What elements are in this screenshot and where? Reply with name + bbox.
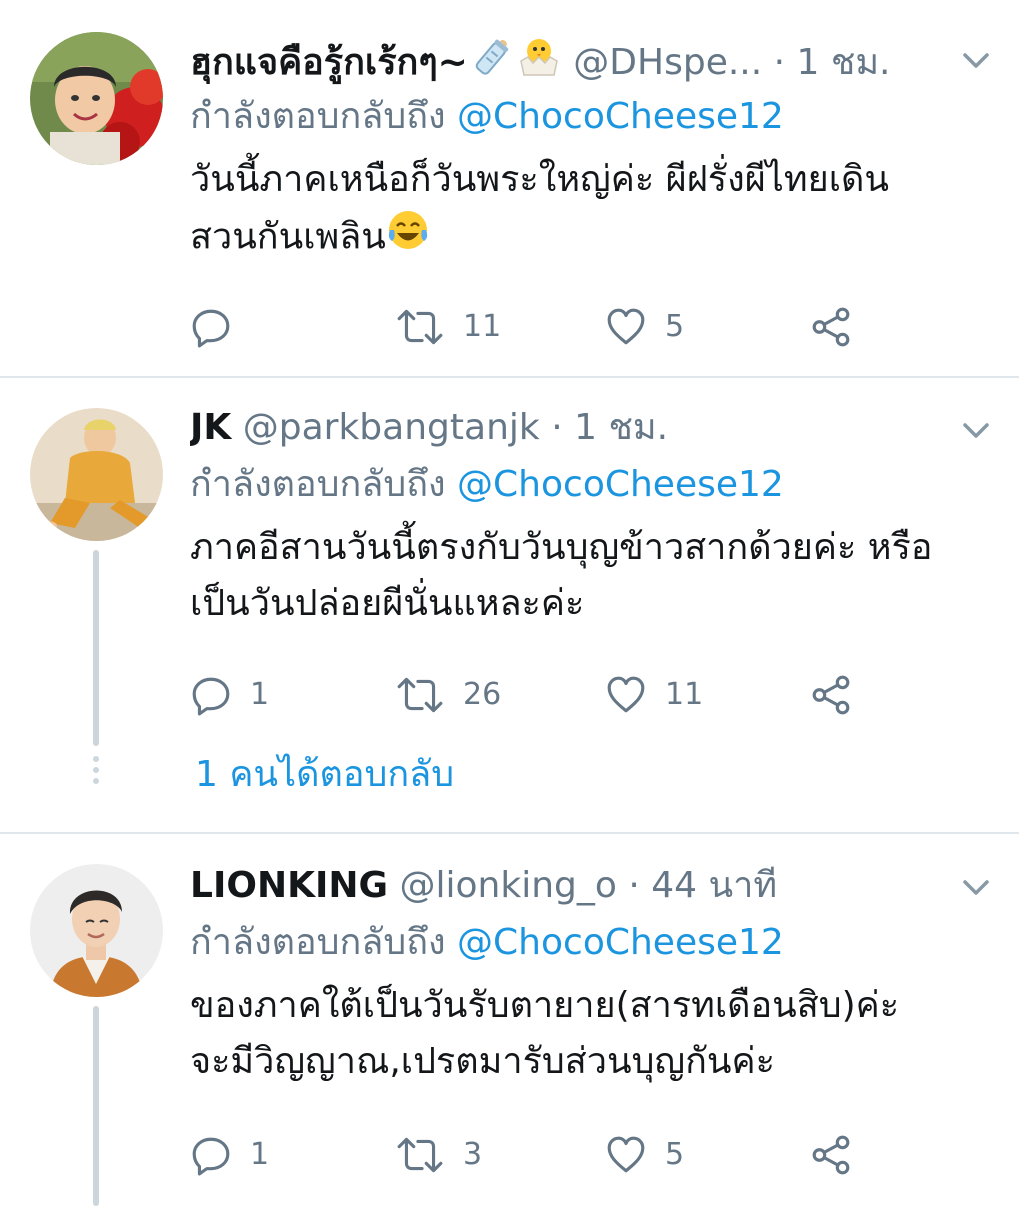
mention-link[interactable]: @ChocoCheese12	[457, 464, 784, 505]
tweet-text-line: ของภาคใต้เป็นวันรับตายาย(สารทเดือนสิบ)ค่…	[190, 985, 900, 1026]
reply-icon	[190, 306, 232, 348]
timestamp[interactable]: 1 ชม.	[574, 407, 668, 448]
tweet-text-line: ภาคอีสานวันนี้ตรงกับวันบุญข้าวสากด้วยค่ะ…	[190, 527, 933, 568]
like-button[interactable]: 5	[605, 302, 684, 352]
tweet-header: LIONKING @lionking_o · 44 นาที	[190, 861, 979, 911]
replying-to: กำลังตอบกลับถึง @ChocoCheese12	[190, 92, 784, 142]
timestamp[interactable]: 1 ชม.	[797, 42, 891, 83]
share-icon	[810, 306, 852, 348]
tweet-text: วันนี้ภาคเหนือก็วันพระใหญ่ค่ะ ผีฝรั่งผีไ…	[190, 152, 990, 269]
tweet-header: ฮุกแจคือรู้กเร้กๆ~ @DHspe... · 1 ชม.	[190, 35, 979, 85]
tweet-text-line: สวนกันเพลิน	[190, 208, 990, 269]
reply-icon	[190, 1134, 232, 1176]
baby-bottle-icon	[468, 35, 516, 85]
tweet-text: ของภาคใต้เป็นวันรับตายาย(สารทเดือนสิบ)ค่…	[190, 978, 990, 1090]
retweet-count: 3	[463, 1137, 483, 1172]
avatar[interactable]	[30, 864, 163, 997]
like-count: 5	[665, 1137, 685, 1172]
like-button[interactable]: 11	[605, 670, 703, 720]
retweet-button[interactable]: 26	[395, 670, 501, 720]
tweet-1[interactable]: ฮุกแจคือรู้กเร้กๆ~ @DHspe... · 1 ชม. กำล…	[0, 0, 1019, 376]
tears-of-joy-icon	[386, 208, 430, 269]
replying-label: กำลังตอบกลับถึง	[190, 922, 446, 963]
heart-icon	[605, 674, 647, 716]
share-button[interactable]	[810, 302, 852, 352]
separator: ·	[773, 42, 786, 83]
thread-dots	[93, 756, 99, 789]
tweet-text: ภาคอีสานวันนี้ตรงกับวันบุญข้าวสากด้วยค่ะ…	[190, 520, 990, 632]
tweet-actions: 11 5	[190, 302, 870, 352]
mention-link[interactable]: @ChocoCheese12	[457, 922, 784, 963]
avatar[interactable]	[30, 408, 163, 541]
chevron-down-icon[interactable]	[961, 45, 991, 75]
like-button[interactable]: 5	[605, 1130, 684, 1180]
retweet-icon	[395, 674, 445, 716]
tweet-2[interactable]: JK @parkbangtanjk · 1 ชม. กำลังตอบกลับถึ…	[0, 378, 1019, 832]
share-button[interactable]	[810, 1130, 852, 1180]
tweet-actions: 1 26 11	[190, 670, 870, 720]
tweet-3[interactable]: LIONKING @lionking_o · 44 นาที กำลังตอบก…	[0, 834, 1019, 1206]
heart-icon	[605, 1134, 647, 1176]
tweet-text-line: จะมีวิญญาณ,เปรตมารับส่วนบุญกันค่ะ	[190, 1041, 775, 1082]
retweet-count: 26	[463, 677, 502, 712]
retweet-icon	[395, 1134, 445, 1176]
share-icon	[810, 674, 852, 716]
timestamp[interactable]: 44 นาที	[651, 865, 777, 906]
tweet-text-line: วันนี้ภาคเหนือก็วันพระใหญ่ค่ะ ผีฝรั่งผีไ…	[190, 159, 890, 200]
separator: ·	[628, 865, 640, 906]
tweet-header: JK @parkbangtanjk · 1 ชม.	[190, 403, 979, 453]
reply-icon	[190, 674, 232, 716]
retweet-icon	[395, 306, 445, 348]
show-replies-link[interactable]: 1 คนได้ตอบกลับ	[195, 750, 454, 800]
chevron-down-icon[interactable]	[961, 415, 991, 445]
thread-line	[93, 550, 99, 746]
replying-to: กำลังตอบกลับถึง @ChocoCheese12	[190, 918, 784, 968]
tweet-text-line: เป็นวันปล่อยผีนั่นแหละค่ะ	[190, 583, 585, 624]
tweet-actions: 1 3 5	[190, 1130, 870, 1180]
replying-label: กำลังตอบกลับถึง	[190, 464, 446, 505]
reply-count: 1	[250, 1137, 270, 1172]
hatching-chick-icon	[516, 35, 562, 85]
share-icon	[810, 1134, 852, 1176]
reply-button[interactable]: 1	[190, 670, 269, 720]
display-name[interactable]: JK	[190, 407, 231, 448]
replying-label: กำลังตอบกลับถึง	[190, 96, 446, 137]
reply-count: 1	[250, 677, 270, 712]
retweet-button[interactable]: 3	[395, 1130, 482, 1180]
heart-icon	[605, 306, 647, 348]
handle[interactable]: @lionking_o	[400, 865, 617, 906]
like-count: 5	[665, 309, 685, 344]
reply-button[interactable]	[190, 302, 250, 352]
reply-button[interactable]: 1	[190, 1130, 269, 1180]
retweet-count: 11	[463, 309, 502, 344]
display-name[interactable]: LIONKING	[190, 865, 388, 906]
retweet-button[interactable]: 11	[395, 302, 501, 352]
mention-link[interactable]: @ChocoCheese12	[457, 96, 784, 137]
handle[interactable]: @parkbangtanjk	[243, 407, 540, 448]
avatar[interactable]	[30, 32, 163, 165]
replying-to: กำลังตอบกลับถึง @ChocoCheese12	[190, 460, 784, 510]
handle[interactable]: @DHspe...	[573, 42, 762, 83]
display-name[interactable]: ฮุกแจคือรู้กเร้กๆ~	[190, 42, 468, 83]
separator: ·	[551, 407, 563, 448]
thread-line	[93, 1006, 99, 1206]
like-count: 11	[665, 677, 704, 712]
chevron-down-icon[interactable]	[961, 872, 991, 902]
share-button[interactable]	[810, 670, 852, 720]
